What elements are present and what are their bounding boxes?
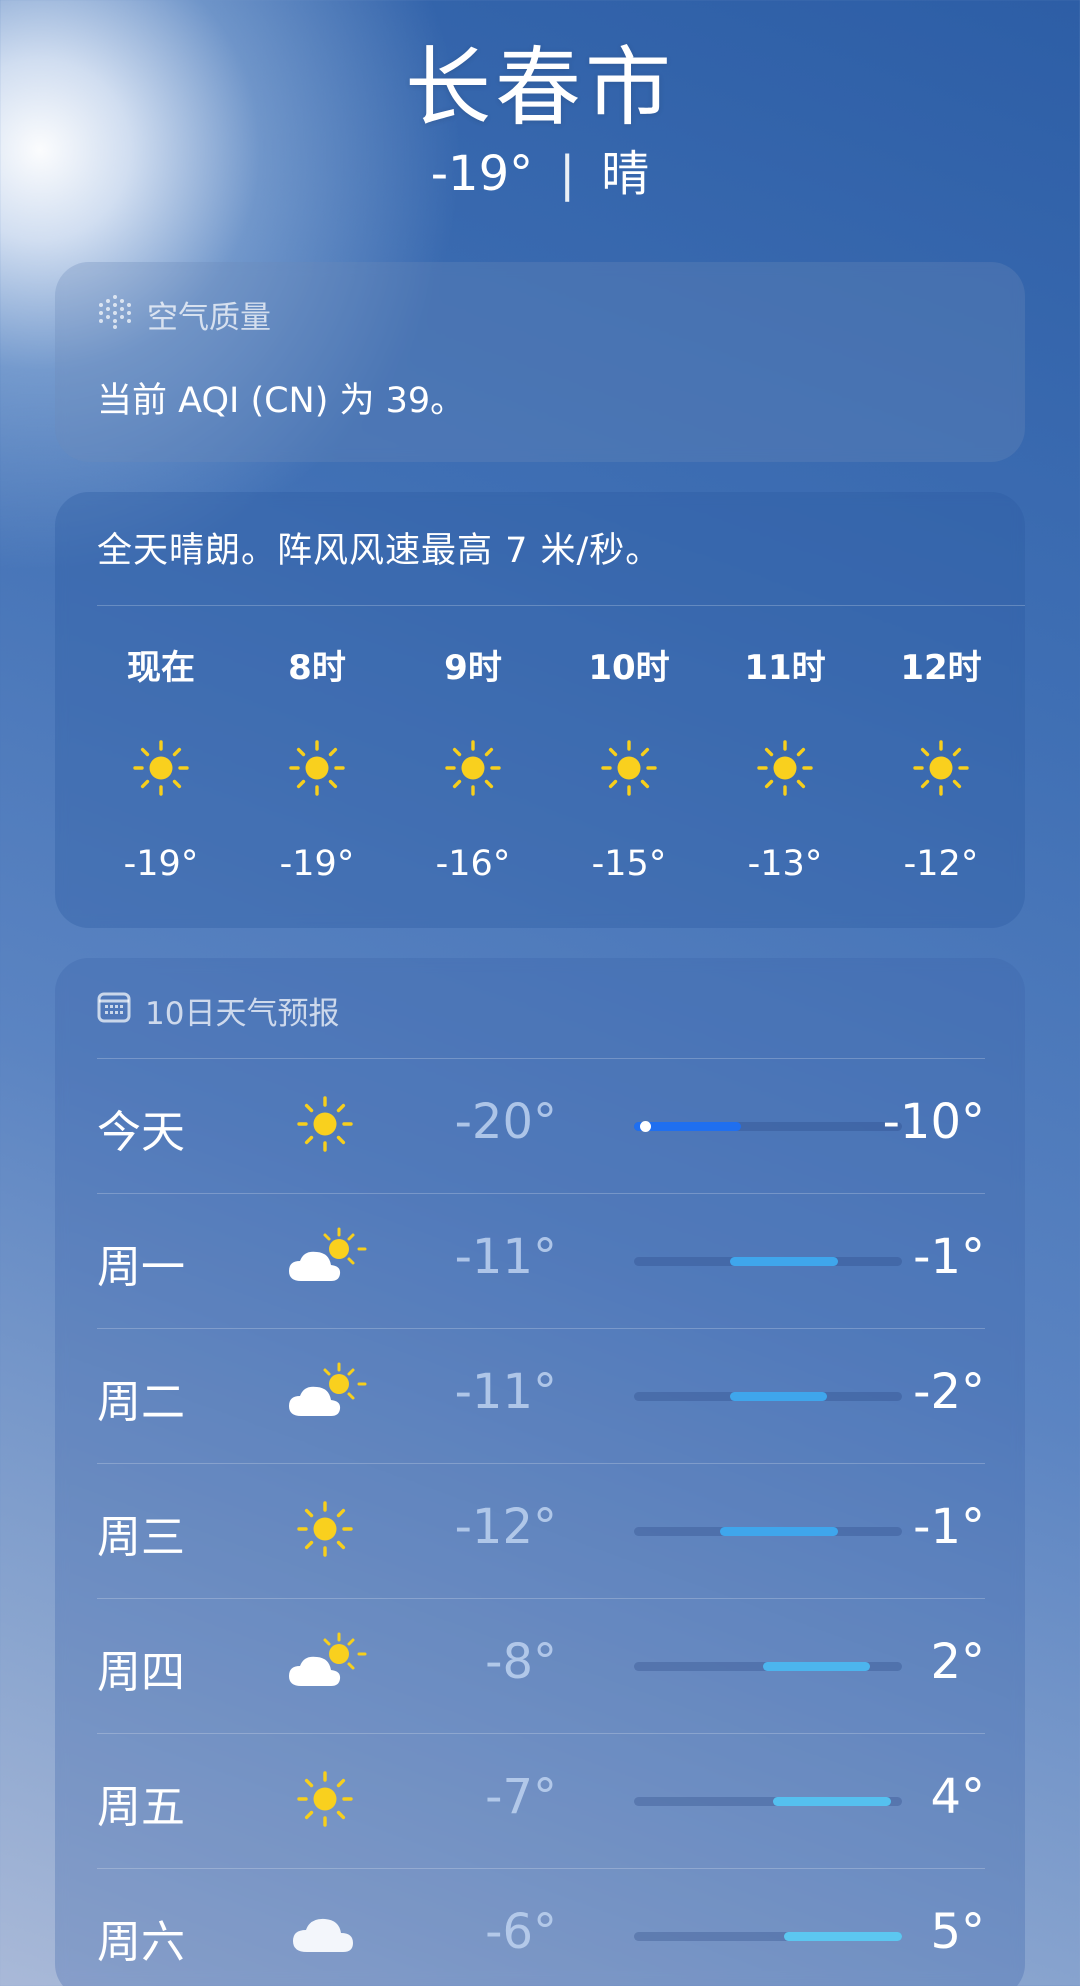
- low-temperature: -8°: [485, 1634, 557, 1690]
- sun-icon: [599, 738, 659, 798]
- hourly-item[interactable]: 11时 -13°: [721, 640, 849, 884]
- day-name: 周一: [97, 1242, 185, 1293]
- summary-separator: |: [559, 146, 576, 202]
- sun-icon: [443, 738, 503, 798]
- hourly-temperature: -13°: [747, 844, 823, 884]
- temperature-range-bar: [634, 1932, 902, 1941]
- hourly-time: 12时: [900, 648, 982, 688]
- hourly-temperature: -19°: [279, 844, 355, 884]
- high-temperature: 4°: [930, 1769, 985, 1825]
- sun-icon: [755, 738, 815, 798]
- partly-cloudy-icon: [287, 1225, 367, 1295]
- temperature-range-fill: [719, 1527, 838, 1536]
- sun-icon: [295, 1094, 375, 1164]
- day-row[interactable]: 周六 -6° 5°: [97, 1868, 985, 1986]
- sun-icon: [131, 738, 191, 798]
- sun-icon: [911, 738, 971, 798]
- city-name: 长春市: [405, 38, 675, 138]
- temperature-range-fill: [762, 1662, 870, 1671]
- cloud-icon: [287, 1900, 367, 1970]
- hourly-temperature: -12°: [903, 844, 979, 884]
- hourly-time: 现在: [127, 648, 195, 688]
- day-name: 今天: [97, 1107, 185, 1158]
- low-temperature: -11°: [454, 1364, 557, 1420]
- day-name: 周三: [97, 1512, 185, 1563]
- current-temperature: -19°: [430, 146, 534, 202]
- temperature-range-bar: [634, 1392, 902, 1401]
- low-temperature: -20°: [454, 1094, 557, 1150]
- hourly-item[interactable]: 8时 -19°: [253, 640, 381, 884]
- calendar-icon: [97, 991, 131, 1031]
- ten-day-header: 10日天气预报: [97, 988, 339, 1033]
- location-header: 长春市 -19° | 晴: [0, 38, 1080, 204]
- day-row[interactable]: 今天 -20° -10°: [97, 1058, 985, 1193]
- day-name: 周五: [97, 1782, 185, 1833]
- sun-icon: [295, 1769, 375, 1839]
- hourly-time: 11时: [744, 648, 826, 688]
- hourly-temperature: -19°: [123, 844, 199, 884]
- day-row[interactable]: 周四 -8° 2°: [97, 1598, 985, 1733]
- low-temperature: -7°: [485, 1769, 557, 1825]
- temperature-range-bar: [634, 1797, 902, 1806]
- temperature-range-fill: [784, 1932, 902, 1941]
- hourly-description: 全天晴朗。阵风风速最高 7 米/秒。: [97, 531, 662, 571]
- partly-cloudy-icon: [287, 1630, 367, 1700]
- air-quality-dots-icon: [97, 293, 133, 337]
- sun-icon: [287, 738, 347, 798]
- hourly-time: 10时: [588, 648, 670, 688]
- aqi-value-text: 当前 AQI (CN) 为 39。: [97, 381, 466, 421]
- hourly-temperature: -16°: [435, 844, 511, 884]
- current-summary: -19° | 晴: [0, 144, 1080, 204]
- high-temperature: -1°: [913, 1499, 985, 1555]
- hourly-item[interactable]: 现在 -19°: [97, 640, 225, 884]
- hourly-item[interactable]: 9时 -16°: [409, 640, 537, 884]
- temperature-range-fill: [773, 1797, 892, 1806]
- day-row[interactable]: 周二 -11° -2°: [97, 1328, 985, 1463]
- hourly-temperature: -15°: [591, 844, 667, 884]
- hourly-item[interactable]: 10时 -15°: [565, 640, 693, 884]
- hourly-forecast-card[interactable]: 全天晴朗。阵风风速最高 7 米/秒。 现在 -19° 8时 -19° 9时 -16° 10时…: [55, 492, 1025, 928]
- day-name: 周六: [97, 1917, 185, 1968]
- low-temperature: -12°: [454, 1499, 557, 1555]
- ten-day-title: 10日天气预报: [145, 996, 340, 1032]
- current-temp-dot: [639, 1121, 651, 1132]
- high-temperature: 5°: [930, 1904, 985, 1960]
- day-row[interactable]: 周三 -12° -1°: [97, 1463, 985, 1598]
- high-temperature: 2°: [930, 1634, 985, 1690]
- temperature-range-bar: [634, 1527, 902, 1536]
- hourly-list[interactable]: 现在 -19° 8时 -19° 9时 -16° 10时 -15° 11时 -13° 12时 -12°: [97, 640, 1005, 884]
- high-temperature: -1°: [913, 1229, 985, 1285]
- hourly-divider: [97, 605, 1025, 606]
- day-row[interactable]: 周五 -7° 4°: [97, 1733, 985, 1868]
- low-temperature: -11°: [454, 1229, 557, 1285]
- hourly-item[interactable]: 12时 -12°: [877, 640, 1005, 884]
- temperature-range-bar: [634, 1257, 902, 1266]
- temperature-range-fill: [730, 1392, 827, 1401]
- current-condition: 晴: [601, 146, 650, 202]
- low-temperature: -6°: [485, 1904, 557, 1960]
- partly-cloudy-icon: [287, 1360, 367, 1430]
- ten-day-forecast-card[interactable]: 10日天气预报 今天 -20° -10° 周一 -11° -1° 周二 -11° -2° 周三 -1…: [55, 958, 1025, 1986]
- air-quality-title: 空气质量: [147, 300, 271, 336]
- hourly-time: 8时: [288, 648, 346, 688]
- day-name: 周四: [97, 1647, 185, 1698]
- high-temperature: -10°: [882, 1094, 985, 1150]
- air-quality-card[interactable]: 空气质量 当前 AQI (CN) 为 39。: [55, 262, 1025, 462]
- day-row[interactable]: 周一 -11° -1°: [97, 1193, 985, 1328]
- hourly-time: 9时: [444, 648, 502, 688]
- sun-icon: [295, 1499, 375, 1569]
- air-quality-header: 空气质量: [97, 292, 271, 337]
- temperature-range-fill: [730, 1257, 838, 1266]
- day-name: 周二: [97, 1377, 185, 1428]
- temperature-range-bar: [634, 1662, 902, 1671]
- high-temperature: -2°: [913, 1364, 985, 1420]
- temperature-range-bar: [634, 1121, 902, 1132]
